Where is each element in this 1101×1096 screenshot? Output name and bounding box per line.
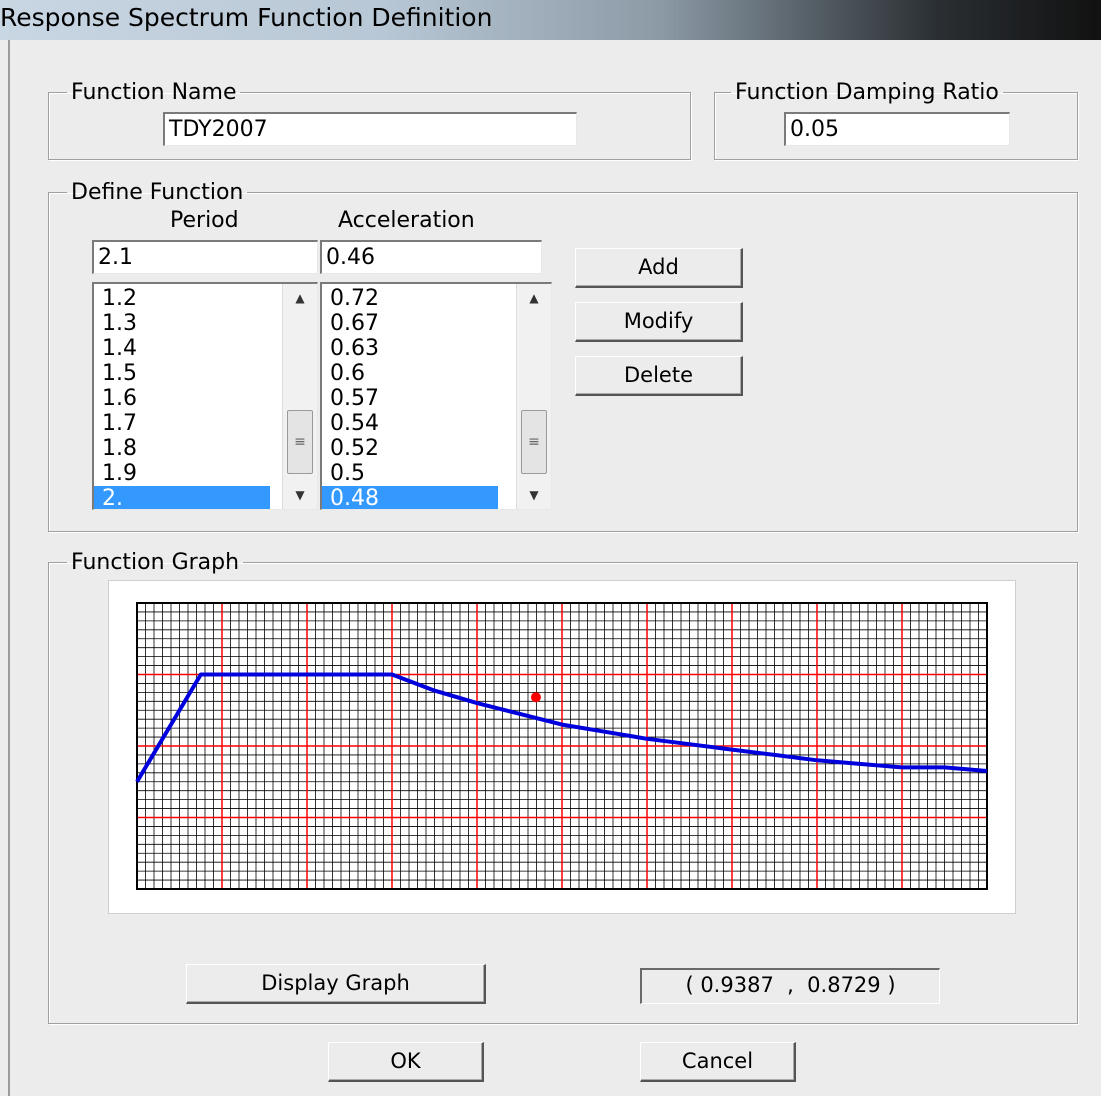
list-item[interactable]: 1.8 <box>94 436 270 461</box>
ok-button[interactable]: OK <box>328 1042 484 1082</box>
period-header: Period <box>170 208 239 233</box>
damping-ratio-input[interactable]: 0.05 <box>784 112 1010 146</box>
list-item[interactable]: 1.3 <box>94 311 270 336</box>
add-button[interactable]: Add <box>575 248 743 288</box>
list-item[interactable]: 2. <box>94 486 270 509</box>
list-item[interactable]: 1.2 <box>94 286 270 311</box>
scroll-up-arrow-icon[interactable]: ▲ <box>283 286 317 310</box>
function-name-input[interactable]: TDY2007 <box>163 112 577 146</box>
list-item[interactable]: 0.6 <box>322 361 498 386</box>
dialog-body: Function Name TDY2007 Function Damping R… <box>8 40 1101 1096</box>
list-item[interactable]: 0.5 <box>322 461 498 486</box>
define-function-legend: Define Function <box>71 180 244 205</box>
acceleration-input[interactable]: 0.46 <box>320 240 542 274</box>
function-graph-area <box>108 580 1016 914</box>
modify-button[interactable]: Modify <box>575 302 743 342</box>
list-item[interactable]: 0.54 <box>322 411 498 436</box>
function-graph-chart <box>135 602 988 890</box>
acceleration-header: Acceleration <box>338 208 475 233</box>
delete-button[interactable]: Delete <box>575 356 743 396</box>
list-item[interactable]: 1.5 <box>94 361 270 386</box>
period-list[interactable]: 1.2 1.3 1.4 1.5 1.6 1.7 1.8 1.9 2. ▲ ≡ ▼ <box>92 282 318 510</box>
window-title: Response Spectrum Function Definition <box>0 3 493 32</box>
period-input[interactable]: 2.1 <box>92 240 318 274</box>
period-list-scrollbar[interactable]: ▲ ≡ ▼ <box>282 284 317 509</box>
list-item[interactable]: 1.4 <box>94 336 270 361</box>
list-item[interactable]: 0.63 <box>322 336 498 361</box>
selected-point-marker <box>530 692 541 703</box>
list-item[interactable]: 0.72 <box>322 286 498 311</box>
scroll-down-arrow-icon[interactable]: ▼ <box>517 483 551 507</box>
title-bar: Response Spectrum Function Definition <box>0 0 1101 40</box>
list-item[interactable]: 1.9 <box>94 461 270 486</box>
cancel-button[interactable]: Cancel <box>640 1042 796 1082</box>
scroll-thumb[interactable]: ≡ <box>521 410 547 474</box>
list-item[interactable]: 0.52 <box>322 436 498 461</box>
list-item[interactable]: 0.48 <box>322 486 498 509</box>
scroll-down-arrow-icon[interactable]: ▼ <box>283 483 317 507</box>
coordinate-readout: ( 0.9387 , 0.8729 ) <box>640 968 940 1004</box>
function-name-legend: Function Name <box>71 80 237 105</box>
list-item[interactable]: 1.6 <box>94 386 270 411</box>
scroll-thumb[interactable]: ≡ <box>287 410 313 474</box>
acceleration-list-scrollbar[interactable]: ▲ ≡ ▼ <box>516 284 551 509</box>
scroll-up-arrow-icon[interactable]: ▲ <box>517 286 551 310</box>
list-item[interactable]: 0.67 <box>322 311 498 336</box>
damping-ratio-legend: Function Damping Ratio <box>735 80 999 105</box>
display-graph-button[interactable]: Display Graph <box>186 964 486 1004</box>
function-graph-legend: Function Graph <box>71 550 240 575</box>
list-item[interactable]: 1.7 <box>94 411 270 436</box>
acceleration-list[interactable]: 0.72 0.67 0.63 0.6 0.57 0.54 0.52 0.5 0.48 ▲ ≡ ▼ <box>320 282 552 510</box>
list-item[interactable]: 0.57 <box>322 386 498 411</box>
